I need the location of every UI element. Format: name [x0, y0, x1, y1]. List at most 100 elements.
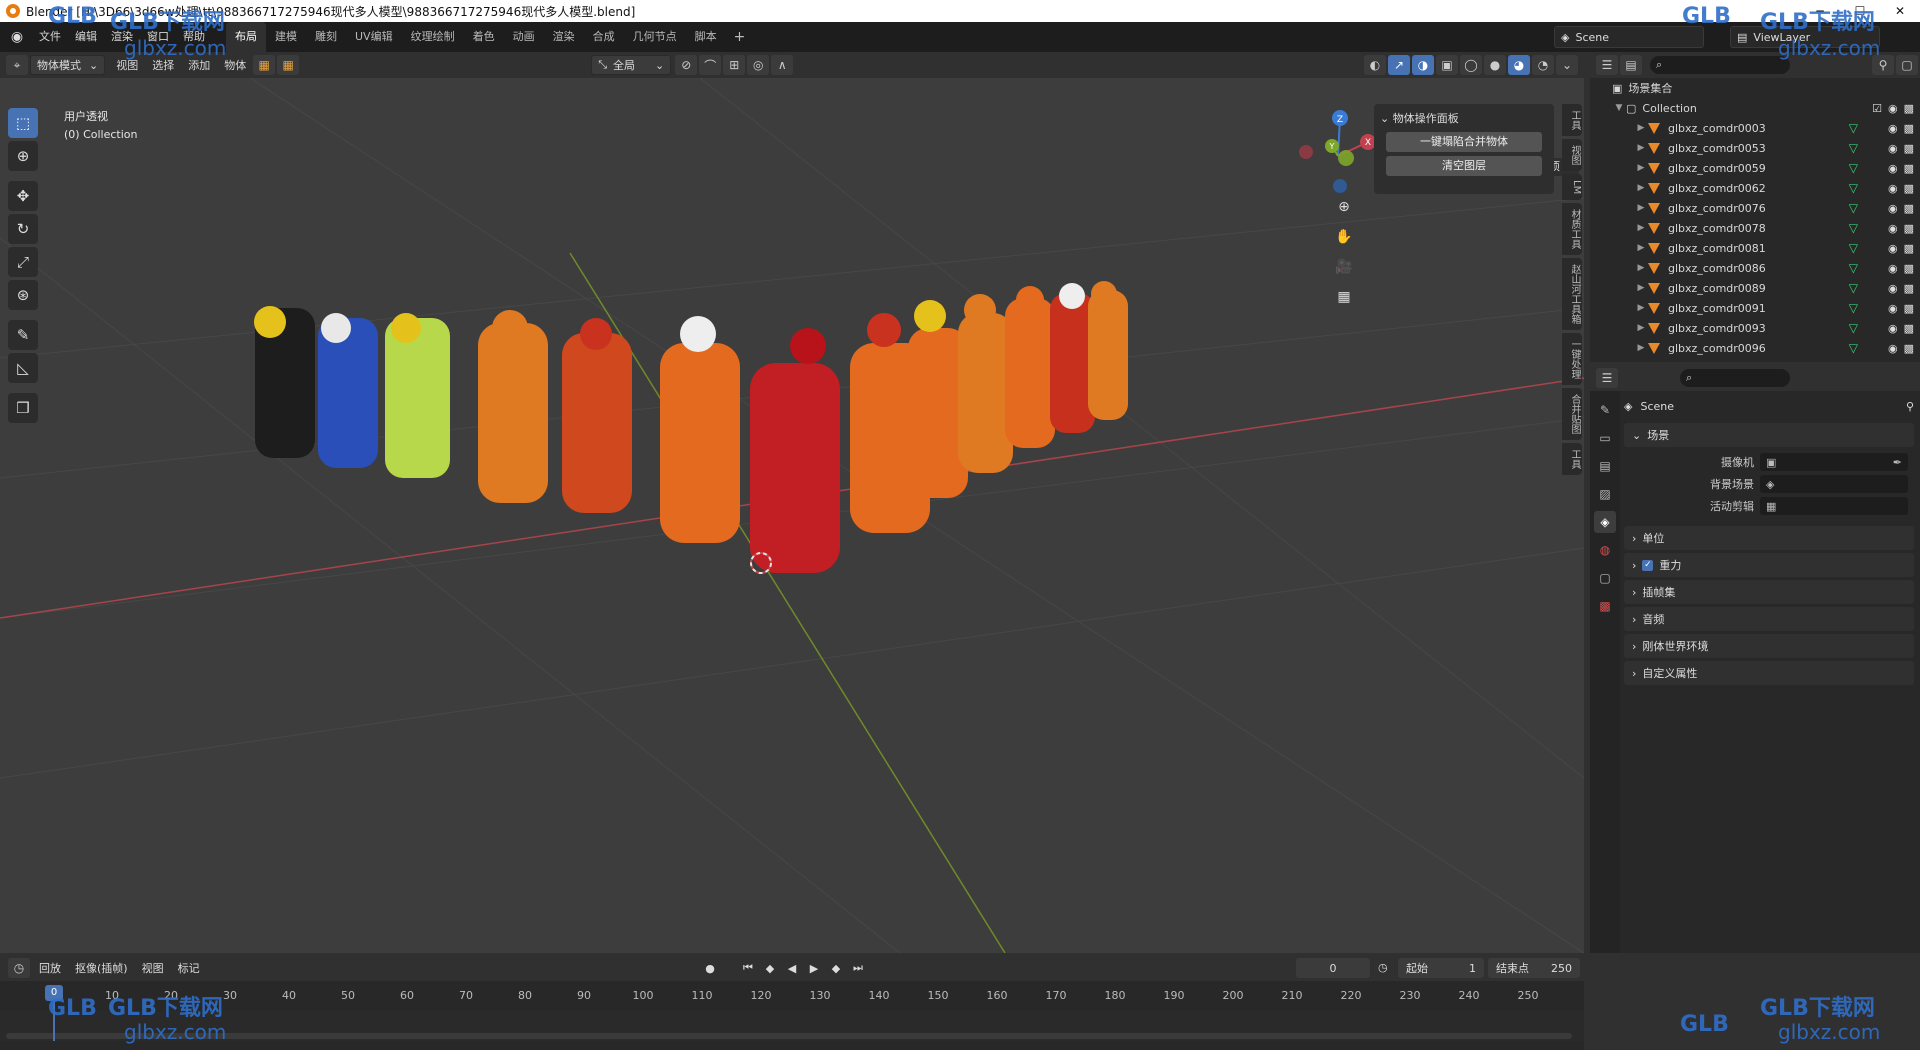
outliner-object-row[interactable]: ▶ glbxz_comdr0081 ▽ ◉ ▩ — [1590, 238, 1920, 258]
outliner-object-row[interactable]: ▶ glbxz_comdr0078 ▽ ◉ ▩ — [1590, 218, 1920, 238]
camera-icon[interactable]: ▩ — [1904, 222, 1914, 235]
expand-arrow-icon[interactable]: ▶ — [1634, 283, 1648, 293]
editor-type-icon[interactable]: ◷ — [8, 958, 30, 978]
properties-search-input[interactable]: ⌕ — [1680, 369, 1790, 387]
eye-icon[interactable]: ◉ — [1888, 282, 1898, 295]
eye-icon[interactable]: ◉ — [1888, 182, 1898, 195]
texture-properties-icon[interactable]: ▩ — [1594, 595, 1616, 617]
expand-arrow-icon[interactable]: ▶ — [1634, 243, 1648, 253]
mesh-data-icon[interactable]: ▽ — [1849, 181, 1858, 195]
ortho-grid-icon[interactable]: ▦ — [1330, 284, 1358, 310]
expand-arrow-icon[interactable]: ▶ — [1634, 203, 1648, 213]
editor-type-icon[interactable]: ☰ — [1596, 368, 1618, 388]
pivot-icon[interactable]: ⊘ — [675, 55, 698, 75]
expand-arrow-icon[interactable]: ▶ — [1634, 223, 1648, 233]
menu-marker[interactable]: 标记 — [171, 960, 207, 976]
jump-end-icon[interactable]: ⏭ — [848, 958, 868, 978]
mesh-data-icon[interactable]: ▽ — [1849, 161, 1858, 175]
mesh-data-icon[interactable]: ▽ — [1849, 221, 1858, 235]
frame-ruler[interactable]: 0102030405060708090100110120130140150160… — [0, 989, 1584, 1009]
camera-icon[interactable]: ▩ — [1904, 342, 1914, 355]
mesh-data-icon[interactable]: ▽ — [1849, 261, 1858, 275]
expand-arrow-icon[interactable]: ▶ — [1634, 143, 1648, 153]
end-frame-field[interactable]: 结束点 250 — [1488, 958, 1580, 978]
camera-icon[interactable]: ▩ — [1904, 302, 1914, 315]
section-scene[interactable]: ⌄ 场景 — [1624, 423, 1914, 447]
camera-icon[interactable]: ▩ — [1904, 142, 1914, 155]
tab-texture-paint[interactable]: 纹理绘制 — [402, 22, 464, 52]
timeline-body[interactable] — [0, 1011, 1584, 1041]
collection-properties-icon[interactable]: ▢ — [1594, 567, 1616, 589]
scene-properties-icon[interactable]: ◈ — [1594, 511, 1616, 533]
falloff-icon[interactable]: ∧ — [771, 55, 794, 75]
stopwatch-icon[interactable]: ◷ — [1378, 961, 1388, 974]
tab-rendering[interactable]: 渲染 — [544, 22, 584, 52]
display-mode-icon[interactable]: ▤ — [1620, 55, 1642, 75]
expand-arrow-icon[interactable]: ▶ — [1634, 183, 1648, 193]
editor-type-icon[interactable]: ⌖ — [6, 55, 28, 75]
move-tool-icon[interactable]: ✥ — [8, 181, 38, 211]
mesh-data-icon[interactable]: ▽ — [1849, 301, 1858, 315]
eye-icon[interactable]: ◉ — [1888, 162, 1898, 175]
mode-dropdown[interactable]: 物体模式 ⌄ — [30, 55, 106, 75]
shading-rendered-icon[interactable]: ◔ — [1532, 55, 1554, 75]
measure-tool-icon[interactable]: ◺ — [8, 353, 38, 383]
sidebar-tab-material-tools[interactable]: 材质工具 — [1562, 203, 1582, 256]
shading-options-icon[interactable]: ⌄ — [1556, 55, 1578, 75]
proportional-edit-icon[interactable]: ◎ — [747, 55, 770, 75]
outliner-object-row[interactable]: ▶ glbxz_comdr0003 ▽ ◉ ▩ — [1590, 118, 1920, 138]
camera-icon[interactable]: ▩ — [1904, 322, 1914, 335]
camera-icon[interactable]: ▩ — [1904, 182, 1914, 195]
tab-uv-editing[interactable]: UV编辑 — [346, 22, 402, 52]
expand-arrow-icon[interactable]: ▶ — [1634, 163, 1648, 173]
mesh-data-icon[interactable]: ▽ — [1849, 281, 1858, 295]
world-properties-icon[interactable]: ◍ — [1594, 539, 1616, 561]
section-rigid-body-world[interactable]: › 刚体世界环境 — [1624, 634, 1914, 658]
sidebar-tab-one-click[interactable]: 一键处理 — [1562, 333, 1582, 386]
viewport-3d[interactable]: ⬚ ⊕ ✥ ↻ ⤢ ⊛ ✎ ◺ ❒ 用户透视 (0) Collection Z … — [0, 78, 1584, 953]
menu-keying[interactable]: 抠像(插帧) — [68, 960, 135, 976]
section-keying-sets[interactable]: › 插帧集 — [1624, 580, 1914, 604]
tab-shading[interactable]: 着色 — [464, 22, 504, 52]
active-clip-field[interactable]: ▦ — [1760, 497, 1908, 515]
new-collection-icon[interactable]: ▢ — [1896, 55, 1918, 75]
eye-icon[interactable]: ◉ — [1888, 302, 1898, 315]
scale-tool-icon[interactable]: ⤢ — [8, 247, 38, 277]
camera-icon[interactable]: ▩ — [1904, 122, 1914, 135]
tool-properties-icon[interactable]: ✎ — [1594, 399, 1616, 421]
outliner-object-row[interactable]: ▶ glbxz_comdr0091 ▽ ◉ ▩ — [1590, 298, 1920, 318]
mesh-data-icon[interactable]: ▽ — [1849, 241, 1858, 255]
snap-target-icon[interactable]: ⊞ — [723, 55, 746, 75]
fbx-export-icon[interactable]: ▦ — [277, 55, 300, 75]
sidebar-tab-tools[interactable]: 工具 — [1562, 443, 1582, 476]
scene-collection-row[interactable]: ▣ 场景集合 — [1590, 78, 1920, 98]
overlay-toggle-icon[interactable]: ◑ — [1412, 55, 1434, 75]
background-scene-field[interactable]: ◈ — [1760, 475, 1908, 493]
tab-compositing[interactable]: 合成 — [584, 22, 624, 52]
shading-solid-icon[interactable]: ● — [1484, 55, 1506, 75]
start-frame-field[interactable]: 起始 1 — [1398, 958, 1484, 978]
add-cube-tool-icon[interactable]: ❒ — [8, 393, 38, 423]
camera-icon[interactable]: ▩ — [1904, 262, 1914, 275]
outliner-object-row[interactable]: ▶ glbxz_comdr0086 ▽ ◉ ▩ — [1590, 258, 1920, 278]
checkbox-icon[interactable]: ☑ — [1872, 102, 1882, 115]
sidebar-tab-merge-textures[interactable]: 合并贴图 — [1562, 388, 1582, 441]
section-gravity[interactable]: › ✓ 重力 — [1624, 553, 1914, 577]
prev-keyframe-icon[interactable]: ◆ — [760, 958, 780, 978]
section-custom-properties[interactable]: › 自定义属性 — [1624, 661, 1914, 685]
pin-icon[interactable]: ⚲ — [1906, 400, 1914, 413]
shading-wireframe-icon[interactable]: ◯ — [1460, 55, 1482, 75]
next-keyframe-icon[interactable]: ◆ — [826, 958, 846, 978]
xray-icon[interactable]: ▣ — [1436, 55, 1458, 75]
outliner-object-row[interactable]: ▶ glbxz_comdr0053 ▽ ◉ ▩ — [1590, 138, 1920, 158]
jump-start-icon[interactable]: ⏮ — [738, 958, 758, 978]
eye-icon[interactable]: ◉ — [1888, 222, 1898, 235]
transform-tool-icon[interactable]: ⊛ — [8, 280, 38, 310]
rotate-tool-icon[interactable]: ↻ — [8, 214, 38, 244]
pan-hand-icon[interactable]: ✋ — [1330, 224, 1358, 250]
shading-material-icon[interactable]: ◕ — [1508, 55, 1530, 75]
expand-arrow-icon[interactable]: ▶ — [1634, 263, 1648, 273]
mesh-data-icon[interactable]: ▽ — [1849, 121, 1858, 135]
visibility-icon[interactable]: ◐ — [1364, 55, 1386, 75]
outliner-object-row[interactable]: ▶ glbxz_comdr0076 ▽ ◉ ▩ — [1590, 198, 1920, 218]
